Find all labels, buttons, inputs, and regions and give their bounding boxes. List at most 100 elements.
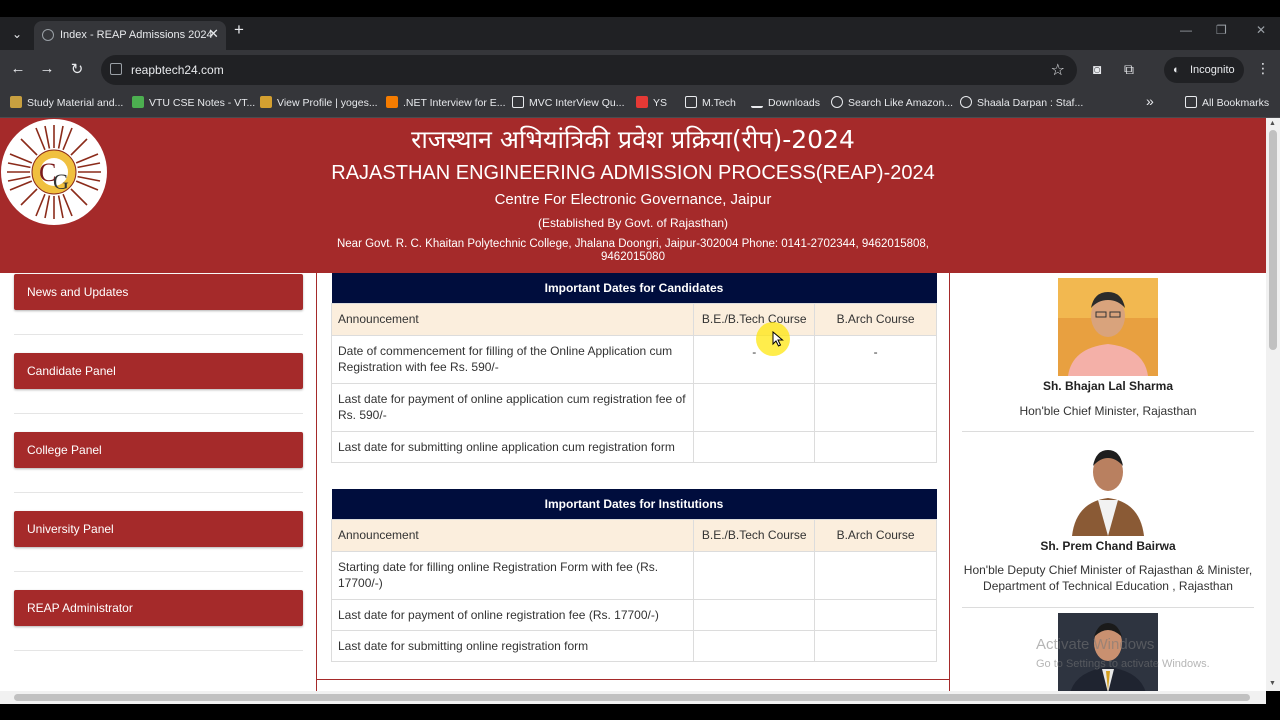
table-caption: Important Dates for Candidates xyxy=(331,273,937,303)
site-info-icon[interactable] xyxy=(110,63,122,75)
title-english: RAJASTHAN ENGINEERING ADMISSION PROCESS(… xyxy=(331,162,935,184)
scroll-down-icon[interactable]: ▼ xyxy=(1269,680,1276,687)
address-bar[interactable]: reapbtech24.com ☆ xyxy=(101,55,1077,85)
scroll-up-icon[interactable]: ▲ xyxy=(1269,120,1276,127)
table-caption: Important Dates for Institutions xyxy=(331,489,937,519)
tab-bar: ⌄ Index - REAP Admissions 2024 ✕ + — ❐ ✕ xyxy=(0,17,1280,50)
bookmark-item[interactable]: Study Material and... xyxy=(10,96,123,109)
bookmark-item[interactable]: View Profile | yoges... xyxy=(260,96,378,109)
scrollbar-thumb[interactable] xyxy=(1269,130,1277,350)
folder-icon xyxy=(685,96,697,108)
bookmarks-bar: Study Material and... VTU CSE Notes - VT… xyxy=(0,90,1280,118)
table-cell: Last date for submitting online applicat… xyxy=(330,430,695,463)
vertical-scrollbar[interactable]: ▲ ▼ xyxy=(1266,118,1280,691)
search-icon xyxy=(831,96,843,108)
incognito-label: Incognito xyxy=(1190,64,1235,76)
sidebar-item-candidate[interactable]: Candidate Panel xyxy=(14,353,303,389)
divider xyxy=(14,334,303,335)
window-close-icon[interactable]: ✕ xyxy=(1256,23,1266,37)
table-cell xyxy=(693,430,816,463)
column-header: B.Arch Course xyxy=(814,302,937,336)
sidebar-item-news[interactable]: News and Updates xyxy=(14,274,303,310)
bookmark-item[interactable]: VTU CSE Notes - VT... xyxy=(132,96,255,109)
more-bookmarks-icon[interactable]: » xyxy=(1146,93,1154,109)
tab-title: Index - REAP Admissions 2024 xyxy=(60,29,213,41)
reload-icon[interactable]: ↻ xyxy=(67,60,87,78)
table-cell xyxy=(814,430,937,463)
table-cell: Starting date for filling online Registr… xyxy=(330,550,695,600)
globe-icon xyxy=(960,96,972,108)
page-viewport: C G राजस्थान अभियांत्रिकी प्रवेश प्रक्रि… xyxy=(0,118,1266,691)
divider xyxy=(14,571,303,572)
org-name: Centre For Electronic Governance, Jaipur xyxy=(494,191,772,208)
tab-close-icon[interactable]: ✕ xyxy=(208,26,219,42)
table-cell xyxy=(693,550,816,600)
divider xyxy=(962,431,1254,432)
minimize-icon[interactable]: — xyxy=(1180,23,1192,37)
globe-icon xyxy=(42,29,54,41)
forward-icon[interactable]: → xyxy=(37,60,57,77)
table-cell: Last date for payment of online applicat… xyxy=(330,382,695,432)
main-content: Important Dates for Candidates Announcem… xyxy=(316,273,950,691)
divider xyxy=(14,413,303,414)
title-hindi: राजस्थान अभियांत्रिकी प्रवेश प्रक्रिया(र… xyxy=(411,125,855,154)
divider xyxy=(962,607,1254,608)
horizontal-scrollbar[interactable] xyxy=(0,691,1266,704)
bookmark-favicon-icon xyxy=(636,96,648,108)
url-text: reapbtech24.com xyxy=(131,63,224,77)
sidebar-item-university[interactable]: University Panel xyxy=(14,511,303,547)
site-header: C G राजस्थान अभियांत्रिकी प्रवेश प्रक्रि… xyxy=(0,118,1266,273)
folder-icon xyxy=(512,96,524,108)
new-tab-button[interactable]: + xyxy=(234,20,244,40)
folder-icon xyxy=(1185,96,1197,108)
bookmark-favicon-icon xyxy=(10,96,22,108)
activate-windows-subtext: Go to Settings to activate Windows. xyxy=(1036,658,1210,670)
mouse-pointer-icon xyxy=(772,331,784,347)
scrollbar-thumb[interactable] xyxy=(14,694,1250,701)
incognito-icon: ◐ xyxy=(1173,64,1180,76)
bookmark-favicon-icon xyxy=(386,96,398,108)
restore-icon[interactable]: ❐ xyxy=(1216,23,1227,37)
table-cell xyxy=(693,382,816,432)
bookmark-star-icon[interactable]: ☆ xyxy=(1051,60,1065,80)
browser-toolbar: ← → ↻ reapbtech24.com ☆ ◙ ⧉ ◐ Incognito … xyxy=(0,50,1280,90)
bookmark-item[interactable]: .NET Interview for E... xyxy=(386,96,506,109)
tab-reap[interactable]: Index - REAP Admissions 2024 ✕ xyxy=(34,21,226,50)
back-icon[interactable]: ← xyxy=(8,60,28,77)
table-cell xyxy=(693,598,816,631)
all-bookmarks-item[interactable]: All Bookmarks xyxy=(1185,96,1269,109)
institutions-dates-table: Important Dates for Institutions Announc… xyxy=(330,489,937,662)
official-name: Sh. Prem Chand Bairwa xyxy=(1040,539,1176,553)
official-photo xyxy=(1058,278,1158,376)
incognito-badge[interactable]: ◐ Incognito xyxy=(1164,57,1244,83)
bookmark-item[interactable]: YS xyxy=(636,96,667,109)
table-row: Last date for payment of online applicat… xyxy=(330,382,937,432)
activate-windows-watermark: Activate Windows xyxy=(1036,636,1155,653)
table-cell: Last date for submitting online registra… xyxy=(330,629,695,662)
menu-icon[interactable]: ⋮ xyxy=(1256,60,1270,77)
table-row: Last date for submitting online registra… xyxy=(330,629,937,662)
camera-icon[interactable]: ◙ xyxy=(1093,61,1101,77)
divider xyxy=(14,492,303,493)
official-title: Hon'ble Deputy Chief Minister of Rajasth… xyxy=(963,563,1253,593)
tab-search-chevron-icon[interactable]: ⌄ xyxy=(6,23,28,45)
sidebar-item-admin[interactable]: REAP Administrator xyxy=(14,590,303,626)
bookmark-item[interactable]: Downloads xyxy=(751,96,820,109)
table-cell: Date of commencement for filling of the … xyxy=(330,334,695,384)
table-cell xyxy=(814,382,937,432)
sidebar-item-college[interactable]: College Panel xyxy=(14,432,303,468)
table-cell xyxy=(814,598,937,631)
official-title: Hon'ble Chief Minister, Rajasthan xyxy=(1019,404,1197,418)
extensions-icon[interactable]: ⧉ xyxy=(1124,61,1134,78)
column-header: B.E./B.Tech Course xyxy=(693,302,816,336)
bookmark-folder-item[interactable]: MVC InterView Qu... xyxy=(512,96,625,109)
table-cell xyxy=(693,629,816,662)
table-cell: - xyxy=(814,334,937,384)
table-cell xyxy=(814,629,937,662)
bookmark-item[interactable]: Shaala Darpan : Staf... xyxy=(960,96,1083,109)
table-row: Last date for payment of online registra… xyxy=(330,598,937,631)
bookmark-favicon-icon xyxy=(260,96,272,108)
bookmark-item[interactable]: Search Like Amazon... xyxy=(831,96,953,109)
table-row: Starting date for filling online Registr… xyxy=(330,550,937,600)
bookmark-folder-item[interactable]: M.Tech xyxy=(685,96,736,109)
